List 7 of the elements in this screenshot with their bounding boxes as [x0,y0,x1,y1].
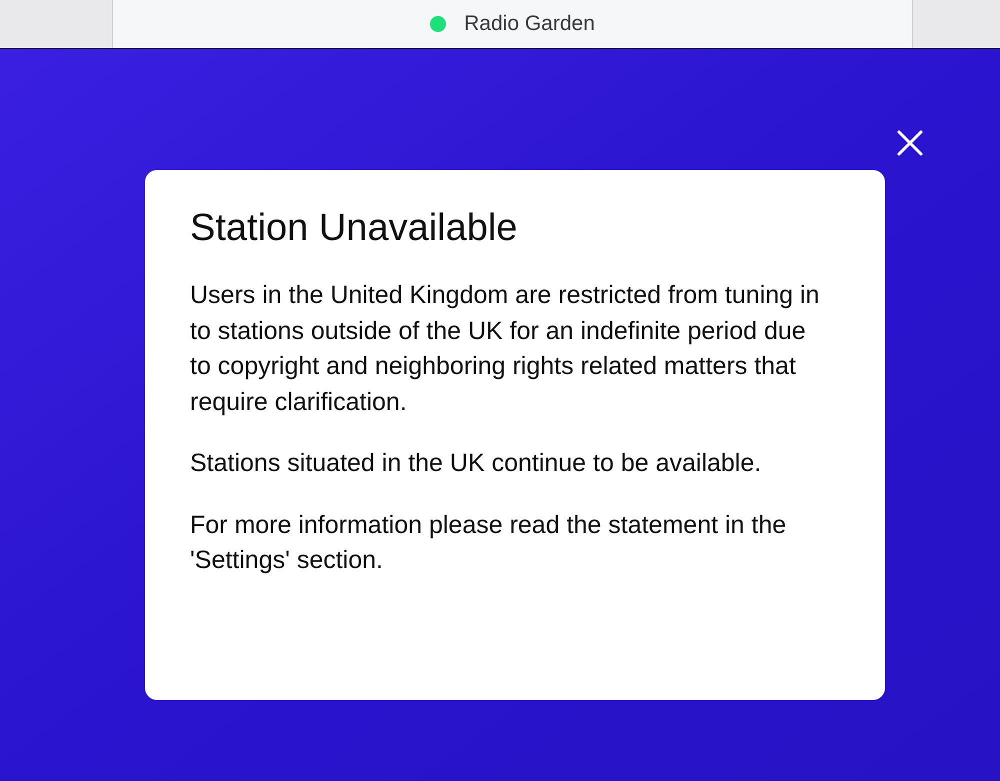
close-icon [896,129,924,157]
dialog-paragraph: Stations situated in the UK continue to be available. [190,448,762,479]
browser-tab[interactable]: Radio Garden [113,0,913,48]
dialog-title: Station Unavailable [190,206,518,251]
dialog-paragraph: For more information please read the statement in the 'Settings' section. [190,510,788,576]
dialog-paragraph: Users in the United Kingdom are restricted from tuning in to stations outside of the UK for an indefinite period due to copyright and neighboring rights related matters that require clarification. [190,280,820,418]
tab-title: Radio Garden [464,11,595,38]
